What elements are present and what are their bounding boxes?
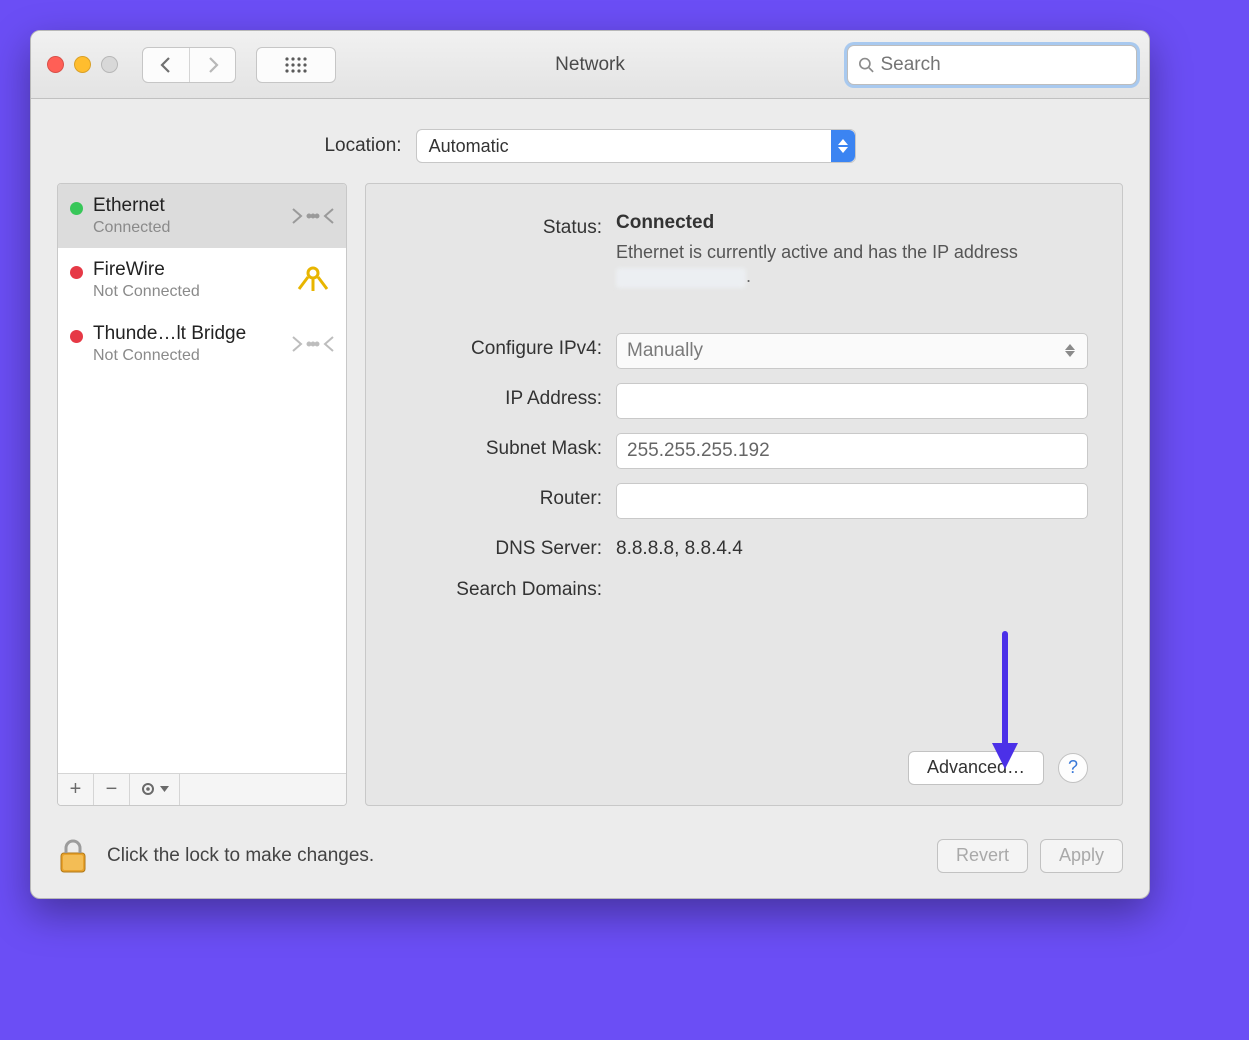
detail-bottom-row: Advanced… ? — [386, 751, 1088, 785]
close-window-button[interactable] — [47, 56, 64, 73]
chevron-down-icon — [160, 786, 169, 792]
gear-icon — [140, 780, 158, 798]
ip-address-row: IP Address: — [386, 383, 1088, 419]
redacted-ip — [616, 268, 746, 288]
search-input[interactable] — [880, 54, 1126, 76]
help-button[interactable]: ? — [1058, 753, 1088, 783]
status-label: Status: — [386, 212, 616, 239]
detail-pane: Status: Connected Ethernet is currently … — [365, 183, 1123, 806]
chevron-left-icon — [159, 56, 173, 74]
search-domains-label: Search Domains: — [386, 574, 616, 601]
revert-button[interactable]: Revert — [937, 839, 1028, 873]
lock-text: Click the lock to make changes. — [107, 845, 374, 867]
select-stepper-icon — [1065, 334, 1081, 368]
chevron-up-icon — [838, 139, 848, 145]
service-list: Ethernet Connected FireWire Not Co — [58, 184, 346, 773]
location-row: Location: Automatic — [31, 99, 1149, 183]
router-row: Router: — [386, 483, 1088, 519]
back-button[interactable] — [143, 48, 189, 82]
search-icon — [858, 56, 874, 74]
subnet-mask-row: Subnet Mask: — [386, 433, 1088, 469]
subnet-mask-label: Subnet Mask: — [386, 433, 616, 460]
zoom-window-button[interactable] — [101, 56, 118, 73]
service-name: FireWire — [93, 259, 280, 282]
sidebar-toolbar: + − — [58, 773, 346, 805]
grid-icon — [284, 56, 308, 74]
location-label: Location: — [324, 135, 401, 157]
annotation-arrow-icon — [988, 629, 1022, 774]
dns-server-value: 8.8.8.8, 8.8.4.4 — [616, 538, 743, 559]
traffic-lights — [47, 56, 118, 73]
configure-ipv4-label: Configure IPv4: — [386, 333, 616, 360]
subnet-mask-input[interactable] — [616, 433, 1088, 469]
firewire-icon — [290, 261, 336, 299]
location-select[interactable]: Automatic — [416, 129, 856, 163]
help-icon: ? — [1068, 757, 1078, 778]
remove-service-button[interactable]: − — [94, 774, 130, 805]
lock-icon[interactable] — [57, 838, 89, 874]
dns-server-label: DNS Server: — [386, 533, 616, 560]
status-dot-red-icon — [70, 330, 83, 343]
minimize-window-button[interactable] — [74, 56, 91, 73]
forward-button[interactable] — [189, 48, 235, 82]
status-dot-green-icon — [70, 202, 83, 215]
apply-button[interactable]: Apply — [1040, 839, 1123, 873]
status-description: Ethernet is currently active and has the… — [616, 240, 1088, 289]
configure-ipv4-select[interactable]: Manually — [616, 333, 1088, 369]
ip-address-input[interactable] — [616, 383, 1088, 419]
service-actions-button[interactable] — [130, 774, 180, 805]
nav-buttons — [142, 47, 236, 83]
status-desc-prefix: Ethernet is currently active and has the… — [616, 242, 1018, 262]
dns-server-row: DNS Server: 8.8.8.8, 8.8.4.4 — [386, 533, 1088, 560]
status-row: Status: Connected Ethernet is currently … — [386, 212, 1088, 289]
thunderbolt-bridge-icon — [290, 329, 336, 359]
service-thunderbolt-bridge[interactable]: Thunde…lt Bridge Not Connected — [58, 312, 346, 376]
ip-address-label: IP Address: — [386, 383, 616, 410]
service-ethernet[interactable]: Ethernet Connected — [58, 184, 346, 248]
ethernet-icon — [290, 201, 336, 231]
service-status: Not Connected — [93, 346, 280, 365]
show-all-button[interactable] — [256, 47, 336, 83]
service-name: Ethernet — [93, 195, 280, 218]
location-value: Automatic — [429, 136, 509, 157]
service-text: Thunde…lt Bridge Not Connected — [93, 323, 280, 365]
titlebar: Network — [31, 31, 1149, 99]
search-field-wrap[interactable] — [847, 45, 1137, 85]
status-dot-red-icon — [70, 266, 83, 279]
service-status: Connected — [93, 218, 280, 237]
configure-ipv4-value: Manually — [627, 340, 703, 362]
router-input[interactable] — [616, 483, 1088, 519]
service-name: Thunde…lt Bridge — [93, 323, 280, 346]
service-firewire[interactable]: FireWire Not Connected — [58, 248, 346, 312]
advanced-button[interactable]: Advanced… — [908, 751, 1044, 785]
service-text: FireWire Not Connected — [93, 259, 280, 301]
configure-ipv4-row: Configure IPv4: Manually — [386, 333, 1088, 369]
location-select-stepper — [831, 130, 855, 162]
chevron-right-icon — [206, 56, 220, 74]
search-domains-row: Search Domains: — [386, 574, 1088, 601]
body: Ethernet Connected FireWire Not Co — [31, 183, 1149, 828]
network-preferences-window: Network Location: Automatic — [30, 30, 1150, 899]
service-sidebar: Ethernet Connected FireWire Not Co — [57, 183, 347, 806]
router-label: Router: — [386, 483, 616, 510]
footer: Click the lock to make changes. Revert A… — [31, 828, 1149, 898]
status-desc-suffix: . — [746, 266, 751, 286]
window-title: Network — [555, 54, 625, 76]
status-value: Connected — [616, 212, 1088, 234]
service-text: Ethernet Connected — [93, 195, 280, 237]
service-status: Not Connected — [93, 282, 280, 301]
chevron-down-icon — [838, 147, 848, 153]
add-service-button[interactable]: + — [58, 774, 94, 805]
